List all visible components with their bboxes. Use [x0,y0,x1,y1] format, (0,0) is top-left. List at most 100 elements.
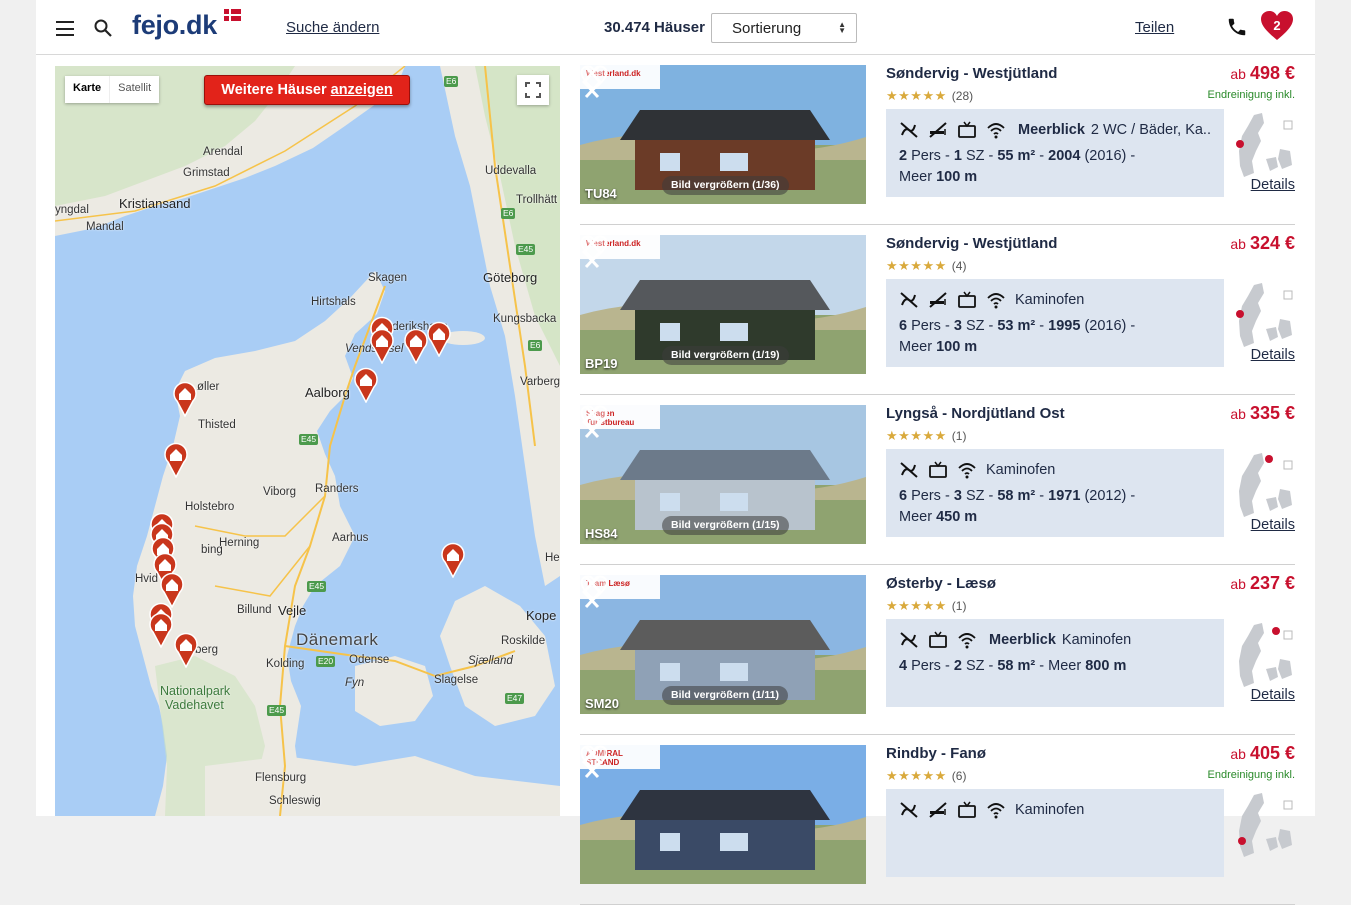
listing-photo[interactable]: Skagen Turistbureau Bild vergrößern (1/1… [580,405,866,544]
rating-count: (28) [951,89,974,103]
feature-text: 2 WC / Bäder, Ka... [1090,122,1211,138]
map-label: Odense [349,654,390,666]
map-label: Billund [237,604,272,616]
feature-highlight: Meerblick [989,632,1056,648]
sort-select[interactable]: Sortierung ▲ ▼ [711,13,857,43]
house-pin-icon[interactable] [172,381,198,417]
spec-bedrooms-label: SZ [965,148,985,164]
road-shield: E45 [267,705,287,716]
favorites-button[interactable]: 2 [1260,10,1294,42]
enlarge-photo-button[interactable]: Bild vergrößern (1/15) [662,516,789,535]
feature-row: Kaminofen [899,289,1211,311]
map-label: Varberg [520,376,560,388]
listing-card[interactable]: ADMIRAL STRAND Rindby - Fanø ★★★★★ (6) ab… [580,735,1295,905]
change-search-link[interactable]: Suche ändern [286,19,379,36]
house-pin-icon[interactable] [163,442,189,478]
map-label: yngdal [55,204,89,216]
sort-label: Sortierung [732,20,802,37]
price-value: 405 € [1249,743,1295,763]
denmark-map-icon[interactable] [1236,281,1294,351]
star-icons: ★★★★★ [886,88,947,103]
map-label: Thisted [198,419,236,431]
denmark-map-icon[interactable] [1236,621,1294,691]
fullscreen-icon[interactable] [517,75,549,105]
heart-icon[interactable] [580,405,608,431]
listing-card[interactable]: Westerland.dk Bild vergrößern (1/19) BP1… [580,225,1295,395]
map-label: Nationalpark [160,684,231,698]
star-icons: ★★★★★ [886,428,947,443]
map-label: Vejle [278,603,307,618]
site-logo[interactable]: fejo.dk [132,10,217,41]
listing-photo[interactable]: ADMIRAL STRAND [580,745,866,884]
denmark-map-icon[interactable] [1236,111,1294,181]
denmark-map-icon[interactable] [1236,451,1294,521]
heart-icon[interactable] [580,575,608,601]
house-pin-icon[interactable] [353,367,379,403]
listing-photo[interactable]: Westerland.dk Bild vergrößern (1/19) BP1… [580,235,866,374]
heart-icon[interactable] [580,235,608,261]
share-link[interactable]: Teilen [1135,19,1174,36]
price-prefix: ab [1230,236,1246,252]
listing-title[interactable]: Søndervig - Westjütland [886,65,1057,82]
spec-bedrooms: 2 [953,658,962,674]
heart-icon[interactable] [580,65,608,91]
house-pin-icon[interactable] [148,612,174,648]
enlarge-photo-button[interactable]: Bild vergrößern (1/19) [662,346,789,365]
rating-count: (1) [951,599,967,613]
listing-card[interactable]: Westerland.dk Bild vergrößern (1/36) TU8… [580,55,1295,225]
wifi-icon [987,293,1005,309]
listing-title[interactable]: Lyngså - Nordjütland Ost [886,405,1065,422]
listing-card[interactable]: Team Læsø Bild vergrößern (1/11) SM20 Øs… [580,565,1295,735]
denmark-map-icon[interactable] [1236,791,1294,861]
map-label: Randers [315,483,359,495]
map-label: Holstebro [185,501,235,513]
price-prefix: ab [1230,406,1246,422]
spec-renovated: (2012) [1084,488,1127,504]
search-icon[interactable] [94,19,112,37]
road-shield: E45 [307,581,327,592]
map-label: Sjælland [468,655,513,667]
enlarge-photo-button[interactable]: Bild vergrößern (1/36) [662,176,789,195]
listing-card[interactable]: Skagen Turistbureau Bild vergrößern (1/1… [580,395,1295,565]
details-link[interactable]: Details [1251,517,1295,533]
listing-title[interactable]: Østerby - Læsø [886,575,996,592]
details-link[interactable]: Details [1251,177,1295,193]
spec-persons: 6 [899,318,908,334]
spec-bedrooms: 3 [953,318,962,334]
listing-title[interactable]: Søndervig - Westjütland [886,235,1057,252]
house-pin-icon[interactable] [369,328,395,364]
spec-persons: 2 [899,148,908,164]
map-label: Uddevalla [485,165,537,177]
spec-bedrooms-label: SZ [965,318,985,334]
rating-count: (4) [951,259,967,273]
map-label: He [545,552,560,564]
listing-title[interactable]: Rindby - Fanø [886,745,986,762]
listing-code: HS84 [585,526,618,541]
house-pin-icon[interactable] [173,632,199,668]
heart-icon[interactable] [580,745,608,771]
spec-sea-label: Meer [899,509,933,525]
map-label: Hirtshals [311,296,356,308]
no-smoking-icon [929,122,947,138]
road-shield: E47 [505,693,525,704]
road-shield: E45 [299,434,319,445]
house-pin-icon[interactable] [426,321,452,357]
map-type-map[interactable]: Karte [65,76,111,103]
show-more-houses-button[interactable]: Weitere Häuser anzeigen [204,75,410,105]
road-shield: E6 [444,76,459,87]
map-view[interactable]: Arendal Grimstad Kristiansand Mandal yng… [55,66,560,816]
price-prefix: ab [1230,576,1246,592]
details-link[interactable]: Details [1251,687,1295,703]
map-type-satellite[interactable]: Satellit [110,76,159,103]
map-label: Herning [219,537,260,549]
listing-photo[interactable]: Westerland.dk Bild vergrößern (1/36) TU8… [580,65,866,204]
listing-code: TU84 [585,186,617,201]
house-pin-icon[interactable] [440,542,466,578]
price-prefix: ab [1230,746,1246,762]
details-link[interactable]: Details [1251,347,1295,363]
enlarge-photo-button[interactable]: Bild vergrößern (1/11) [662,686,788,705]
listing-photo[interactable]: Team Læsø Bild vergrößern (1/11) SM20 [580,575,866,714]
spec-area: 55 m² [997,148,1036,164]
menu-icon[interactable] [56,21,74,36]
phone-icon[interactable] [1226,16,1248,38]
